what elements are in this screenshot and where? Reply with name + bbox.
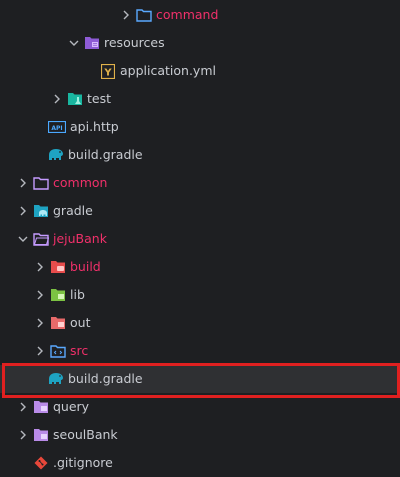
chevron-right-icon[interactable]: [16, 176, 30, 190]
tree-item-build-gradle[interactable]: build.gradle: [0, 141, 400, 169]
tree-item-query[interactable]: query: [0, 393, 400, 421]
tree-item-label: application.yml: [120, 63, 216, 78]
chevron-right-icon[interactable]: [16, 204, 30, 218]
svg-text:API: API: [51, 125, 62, 132]
tree-item-lib[interactable]: lib: [0, 281, 400, 309]
tree-item-out[interactable]: out: [0, 309, 400, 337]
tree-item-seoulbank[interactable]: seoulBank: [0, 421, 400, 449]
tree-item-label: src: [70, 343, 89, 358]
tree-item-label: gradle: [53, 203, 93, 218]
test-folder-icon: [67, 91, 83, 107]
chevron-right-icon[interactable]: [33, 260, 47, 274]
tree-item-test[interactable]: test: [0, 85, 400, 113]
resources-folder-icon: [84, 35, 100, 51]
tree-item-label: build: [70, 259, 101, 274]
folder-icon: [136, 7, 152, 23]
yaml-file-icon: Y: [100, 63, 116, 79]
tree-item-common[interactable]: common: [0, 169, 400, 197]
gradle-folder-icon: [33, 203, 49, 219]
tree-item-label: jejuBank: [53, 231, 107, 246]
folder-icon: [33, 175, 49, 191]
tree-item-label: seoulBank: [53, 427, 118, 442]
gradle-elephant-icon: [48, 147, 64, 163]
chevron-right-icon[interactable]: [119, 8, 133, 22]
chevron-right-icon[interactable]: [33, 344, 47, 358]
tree-item-label: test: [87, 91, 112, 106]
chevron-right-icon[interactable]: [33, 288, 47, 302]
chevron-down-icon[interactable]: [16, 232, 30, 246]
tree-item-label: api.http: [70, 119, 119, 134]
gradle-elephant-icon: [48, 371, 64, 387]
open-folder-icon: [33, 231, 49, 247]
tree-item-command[interactable]: command: [0, 1, 400, 29]
http-file-icon: API: [48, 119, 66, 135]
build-folder-icon: [50, 259, 66, 275]
tree-item-build-gradle-selected[interactable]: build.gradle: [0, 365, 400, 393]
tree-item-build[interactable]: build: [0, 253, 400, 281]
tree-item-src[interactable]: src: [0, 337, 400, 365]
file-explorer-tree: command resources Y application.yml test: [0, 0, 400, 473]
tree-item-label: common: [53, 175, 108, 190]
out-folder-icon: [50, 315, 66, 331]
tree-item-label: build.gradle: [68, 371, 143, 386]
tree-item-api-http[interactable]: API api.http: [0, 113, 400, 141]
git-icon: [33, 455, 49, 471]
tree-item-label: .gitignore: [53, 455, 113, 470]
lib-folder-icon: [50, 287, 66, 303]
tree-item-label: lib: [70, 287, 85, 302]
tree-item-application-yml[interactable]: Y application.yml: [0, 57, 400, 85]
tree-item-jejubank[interactable]: jejuBank: [0, 225, 400, 253]
tree-item-label: resources: [104, 35, 165, 50]
tree-item-label: out: [70, 315, 91, 330]
chevron-right-icon[interactable]: [16, 428, 30, 442]
folder-icon: [33, 427, 49, 443]
folder-icon: [33, 399, 49, 415]
chevron-right-icon[interactable]: [50, 92, 64, 106]
chevron-right-icon[interactable]: [16, 400, 30, 414]
tree-item-label: query: [53, 399, 90, 414]
chevron-right-icon[interactable]: [33, 316, 47, 330]
tree-item-resources[interactable]: resources: [0, 29, 400, 57]
tree-item-label: command: [156, 7, 219, 22]
tree-item-gradle[interactable]: gradle: [0, 197, 400, 225]
source-folder-icon: [50, 343, 66, 359]
chevron-down-icon[interactable]: [67, 36, 81, 50]
tree-item-label: build.gradle: [68, 147, 143, 162]
svg-text:Y: Y: [103, 67, 112, 78]
